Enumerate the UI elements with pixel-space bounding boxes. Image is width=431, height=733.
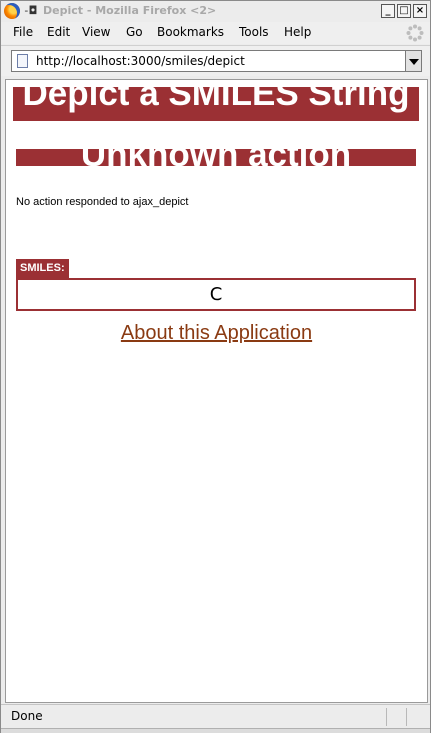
page-heading-banner: Depict a SMILES String: [13, 80, 419, 121]
window-title: Depict - Mozilla Firefox <2>: [43, 4, 217, 17]
url-text[interactable]: http://localhost:3000/smiles/depict: [36, 54, 245, 68]
url-history-dropdown-button[interactable]: [406, 50, 422, 72]
error-heading-banner: Unknown action: [16, 137, 416, 172]
about-link[interactable]: About this Application: [6, 322, 427, 345]
maximize-button[interactable]: □: [397, 4, 411, 18]
smiles-input[interactable]: [16, 278, 416, 311]
error-heading: Unknown action: [80, 135, 352, 174]
menu-help[interactable]: Help: [284, 25, 311, 39]
status-bar: Done: [1, 704, 430, 729]
throbber-icon: [406, 24, 424, 42]
pin-icon[interactable]: -◘: [23, 5, 37, 16]
minimize-button[interactable]: _: [381, 4, 395, 18]
menu-file[interactable]: File: [13, 25, 33, 39]
status-text: Done: [11, 709, 43, 723]
status-divider: [406, 708, 407, 726]
menu-bookmarks[interactable]: Bookmarks: [157, 25, 224, 39]
close-button[interactable]: ×: [413, 4, 427, 18]
status-divider: [386, 708, 387, 726]
menu-bar: File Edit View Go Bookmarks Tools Help: [1, 22, 430, 44]
browser-window: -◘ Depict - Mozilla Firefox <2> _ □ × Fi…: [0, 0, 431, 733]
menu-view[interactable]: View: [82, 25, 110, 39]
smiles-label: SMILES:: [16, 259, 69, 278]
window-bottom-edge: [1, 728, 430, 733]
page-content[interactable]: Depict a SMILES String Unknown action No…: [5, 79, 428, 703]
error-message: No action responded to ajax_depict: [16, 196, 189, 208]
firefox-icon[interactable]: [4, 3, 20, 19]
menu-go[interactable]: Go: [126, 25, 143, 39]
page-icon: [17, 54, 28, 68]
menu-tools[interactable]: Tools: [239, 25, 269, 39]
navigation-toolbar: http://localhost:3000/smiles/depict: [1, 45, 430, 76]
title-bar[interactable]: -◘ Depict - Mozilla Firefox <2> _ □ ×: [1, 1, 430, 23]
menu-edit[interactable]: Edit: [47, 25, 70, 39]
page-heading: Depict a SMILES String: [22, 79, 410, 113]
url-input[interactable]: http://localhost:3000/smiles/depict: [11, 50, 406, 72]
